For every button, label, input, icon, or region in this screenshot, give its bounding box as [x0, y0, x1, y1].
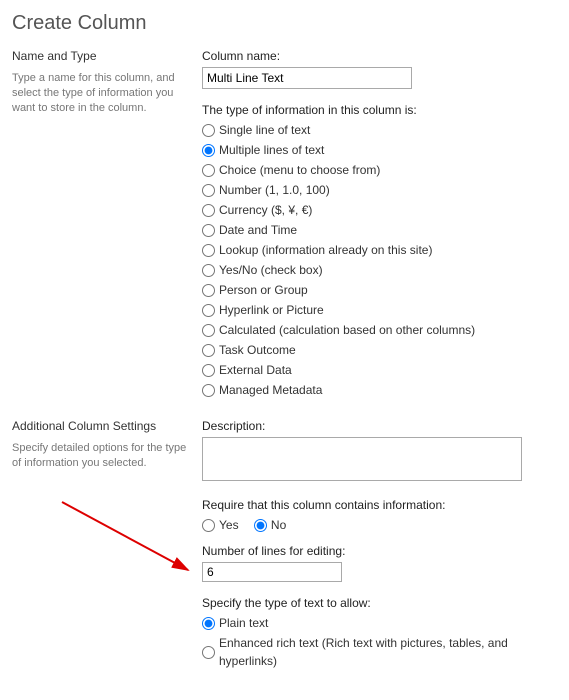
column-type-radio[interactable]: [202, 184, 215, 197]
require-group: Yes No: [202, 516, 553, 536]
column-type-option[interactable]: Hyperlink or Picture: [202, 301, 553, 319]
text-type-rich-radio[interactable]: [202, 646, 215, 659]
num-lines-label: Number of lines for editing:: [202, 544, 553, 558]
column-type-radio[interactable]: [202, 384, 215, 397]
column-type-option[interactable]: Calculated (calculation based on other c…: [202, 321, 553, 339]
column-name-input[interactable]: [202, 67, 412, 89]
column-type-option[interactable]: Managed Metadata: [202, 381, 553, 399]
column-type-option[interactable]: Date and Time: [202, 221, 553, 239]
require-yes-label: Yes: [219, 516, 239, 534]
text-type-label: Specify the type of text to allow:: [202, 596, 553, 610]
column-type-option[interactable]: Task Outcome: [202, 341, 553, 359]
column-type-option[interactable]: Person or Group: [202, 281, 553, 299]
description-textarea[interactable]: [202, 437, 522, 481]
section-name-and-type: Name and Type Type a name for this colum…: [12, 49, 553, 401]
require-no-label: No: [271, 516, 286, 534]
column-type-radio[interactable]: [202, 204, 215, 217]
column-type-option-label: Yes/No (check box): [219, 261, 323, 279]
text-type-plain-radio[interactable]: [202, 617, 215, 630]
require-label: Require that this column contains inform…: [202, 498, 553, 512]
column-type-radio[interactable]: [202, 164, 215, 177]
require-yes-radio[interactable]: [202, 519, 215, 532]
name-and-type-help: Type a name for this column, and select …: [12, 71, 192, 116]
column-type-option[interactable]: Choice (menu to choose from): [202, 161, 553, 179]
column-type-option[interactable]: Currency ($, ¥, €): [202, 201, 553, 219]
column-type-option-label: Person or Group: [219, 281, 308, 299]
column-type-radio[interactable]: [202, 304, 215, 317]
require-no-option[interactable]: No: [254, 516, 286, 534]
num-lines-input[interactable]: [202, 562, 342, 582]
column-type-option-label: Choice (menu to choose from): [219, 161, 380, 179]
column-type-radio[interactable]: [202, 144, 215, 157]
column-type-radio[interactable]: [202, 364, 215, 377]
column-name-label: Column name:: [202, 49, 553, 63]
additional-settings-heading: Additional Column Settings: [12, 419, 192, 433]
column-type-option[interactable]: Single line of text: [202, 121, 553, 139]
column-type-option-label: Task Outcome: [219, 341, 296, 359]
column-type-option-label: Number (1, 1.0, 100): [219, 181, 330, 199]
column-type-label: The type of information in this column i…: [202, 103, 553, 117]
description-label: Description:: [202, 419, 553, 433]
text-type-rich-option[interactable]: Enhanced rich text (Rich text with pictu…: [202, 634, 553, 670]
text-type-plain-option[interactable]: Plain text: [202, 614, 553, 632]
column-type-option[interactable]: Multiple lines of text: [202, 141, 553, 159]
column-type-option-label: Calculated (calculation based on other c…: [219, 321, 475, 339]
column-type-option-label: Managed Metadata: [219, 381, 322, 399]
column-type-option-label: External Data: [219, 361, 292, 379]
column-type-radio[interactable]: [202, 244, 215, 257]
column-type-option[interactable]: Lookup (information already on this site…: [202, 241, 553, 259]
column-type-radio[interactable]: [202, 264, 215, 277]
page-title: Create Column: [12, 12, 553, 35]
require-yes-option[interactable]: Yes: [202, 516, 239, 534]
require-no-radio[interactable]: [254, 519, 267, 532]
column-type-radio[interactable]: [202, 344, 215, 357]
column-type-option-label: Currency ($, ¥, €): [219, 201, 312, 219]
column-type-radio[interactable]: [202, 324, 215, 337]
name-and-type-heading: Name and Type: [12, 49, 192, 63]
column-type-radio[interactable]: [202, 124, 215, 137]
section-additional-settings: Additional Column Settings Specify detai…: [12, 419, 553, 672]
text-type-options: Plain text Enhanced rich text (Rich text…: [202, 614, 553, 670]
text-type-plain-label: Plain text: [219, 614, 268, 632]
column-type-option-label: Date and Time: [219, 221, 297, 239]
text-type-rich-label: Enhanced rich text (Rich text with pictu…: [219, 634, 553, 670]
column-type-option-label: Lookup (information already on this site…: [219, 241, 432, 259]
column-type-option-label: Single line of text: [219, 121, 310, 139]
column-type-radio[interactable]: [202, 224, 215, 237]
column-type-options: Single line of text Multiple lines of tex…: [202, 121, 553, 399]
column-type-option[interactable]: Number (1, 1.0, 100): [202, 181, 553, 199]
column-type-option-label: Multiple lines of text: [219, 141, 324, 159]
additional-settings-help: Specify detailed options for the type of…: [12, 441, 192, 471]
column-type-option[interactable]: External Data: [202, 361, 553, 379]
column-type-option[interactable]: Yes/No (check box): [202, 261, 553, 279]
column-type-option-label: Hyperlink or Picture: [219, 301, 324, 319]
column-type-radio[interactable]: [202, 284, 215, 297]
